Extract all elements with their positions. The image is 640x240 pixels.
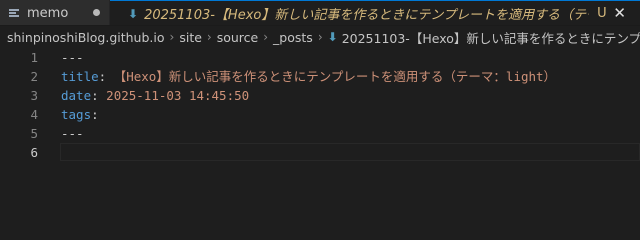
line-number: 6 [30,145,38,160]
markdown-icon: ⬇ [327,30,338,44]
current-line-highlight [60,143,640,161]
code-line[interactable]: 3 date: 2025-11-03 14:45:50 [0,86,640,105]
breadcrumb-item-source[interactable]: source [217,30,259,45]
code-text[interactable]: title: 【Hexo】新しい記事を作るときにテンプレートを適用する（テーマ：… [61,67,556,86]
unsaved-dot-icon[interactable] [93,9,100,16]
code-editor[interactable]: 1 --- 2 title: 【Hexo】新しい記事を作るときにテンプレートを適… [0,48,640,207]
code-text[interactable]: --- [61,124,84,143]
tab-memo-label: memo [27,5,69,21]
markdown-icon: ⬇ [128,6,139,21]
lines-icon [8,7,20,19]
yaml-value: 2025-11-03 14:45:50 [106,88,250,103]
breadcrumb-item-site[interactable]: site [179,30,202,45]
yaml-key: title [61,69,99,84]
yaml-key: tags [61,107,92,122]
tab-memo[interactable]: memo [0,0,110,25]
code-text[interactable]: tags: [61,105,99,124]
tab-active-label: 20251103-【Hexo】新しい記事を作るときにテンプレートを適用する（テー… [144,8,589,23]
vscode-window: memo ⬇ 20251103-【Hexo】新しい記事を作るときにテンプレートを… [0,0,640,207]
chevron-right-icon: › [263,30,269,44]
line-number: 3 [30,88,38,103]
yaml-key: date [61,88,92,103]
chevron-right-icon: › [317,30,323,44]
code-line[interactable]: 5 --- [0,124,640,143]
chevron-right-icon: › [206,30,212,44]
code-text[interactable]: date: 2025-11-03 14:45:50 [61,86,249,105]
untracked-status-badge: U [597,6,607,21]
code-line[interactable]: 2 title: 【Hexo】新しい記事を作るときにテンプレートを適用する（テー… [0,67,640,86]
breadcrumb: shinpinoshiBlog.github.io › site › sourc… [0,26,640,48]
code-text[interactable]: --- [61,48,84,67]
line-number: 4 [30,107,38,122]
tab-bar: memo ⬇ 20251103-【Hexo】新しい記事を作るときにテンプレートを… [0,0,640,26]
code-line[interactable]: 1 --- [0,48,640,67]
line-number: 5 [30,126,38,141]
chevron-right-icon: › [169,30,175,44]
close-icon[interactable]: ✕ [613,5,626,21]
line-number: 2 [30,69,38,84]
code-line[interactable]: 4 tags: [0,105,640,124]
yaml-value: 【Hexo】新しい記事を作るときにテンプレートを適用する（テーマ：light） [113,69,557,84]
tab-active-file[interactable]: ⬇ 20251103-【Hexo】新しい記事を作るときにテンプレートを適用する（… [110,0,640,25]
breadcrumb-item-posts[interactable]: _posts [273,30,313,45]
breadcrumb-item-repo[interactable]: shinpinoshiBlog.github.io [7,30,165,45]
current-code-line[interactable]: 6 [0,143,640,162]
line-number: 1 [30,50,38,65]
breadcrumb-item-file[interactable]: 20251103-【Hexo】新しい記事を作るときにテンプレートを適用する（テー… [342,28,640,47]
